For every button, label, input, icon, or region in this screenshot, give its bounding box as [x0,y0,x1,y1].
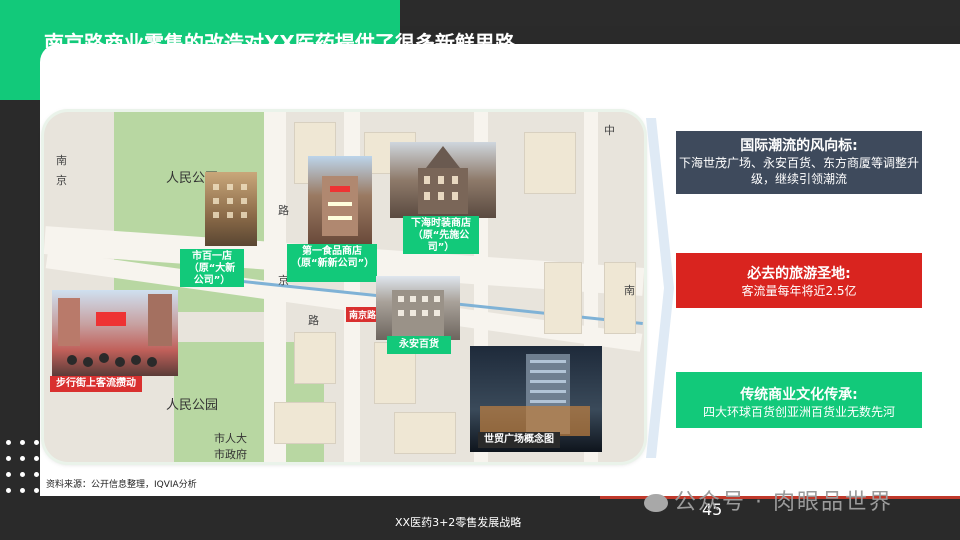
map-label-shizhengfu: 市政府 [214,448,247,461]
box-heritage: 传统商业文化传承: 四大环球百货创亚洲百货业无数先河 [676,372,922,428]
watermark: 公众号 · 肉眼品世界 [644,484,893,516]
caption-diyi: 第一食品商店（原“新新公司”） [287,244,377,282]
caption-shimao: 世贸广场概念图 [478,432,560,448]
footer-title: XX医药3+2零售发展战略 [395,516,522,529]
chevron-right-icon [646,118,674,458]
photo-xiahai-store [390,142,496,218]
box-tourism: 必去的旅游圣地: 客流量每年将近2.5亿 [676,253,922,308]
watermark-text: 公众号 · 肉眼品世界 [674,490,893,515]
box-fashion-body: 下海世茂广场、永安百货、东方商厦等调整升级，继续引领潮流 [678,156,919,186]
box-fashion-heading: 国际潮流的风向标: [740,138,858,154]
box-tourism-body: 客流量每年将近2.5亿 [741,284,857,298]
caption-pedestrian: 步行街上客流攒动 [50,376,142,392]
box-tourism-heading: 必去的旅游圣地: [747,266,851,282]
photo-pedestrian-street [52,290,178,376]
caption-xiahai: 下海时装商店（原“先施公司”） [403,216,479,254]
map-label-shirenda: 市人大 [214,432,247,445]
source-note: 资料来源：公开信息整理，IQVIA分析 [46,480,197,490]
caption-yongan: 永安百货 [387,336,451,354]
wechat-icon [644,494,668,512]
photo-diyi-store [308,156,372,244]
box-heritage-heading: 传统商业文化传承: [740,387,858,403]
caption-shibai: 市百一店（原“大新公司”） [180,249,244,287]
map-label-nanjing-road: 南京路 [346,307,380,322]
box-heritage-body: 四大环球百货创亚洲百货业无数先河 [702,405,895,419]
photo-shibai-building [205,172,257,246]
photo-yongan-building [376,276,460,340]
box-fashion: 国际潮流的风向标: 下海世茂广场、永安百货、东方商厦等调整升级，继续引领潮流 [676,131,922,194]
map-label-renmin-park-south: 人民公园 [166,398,219,413]
